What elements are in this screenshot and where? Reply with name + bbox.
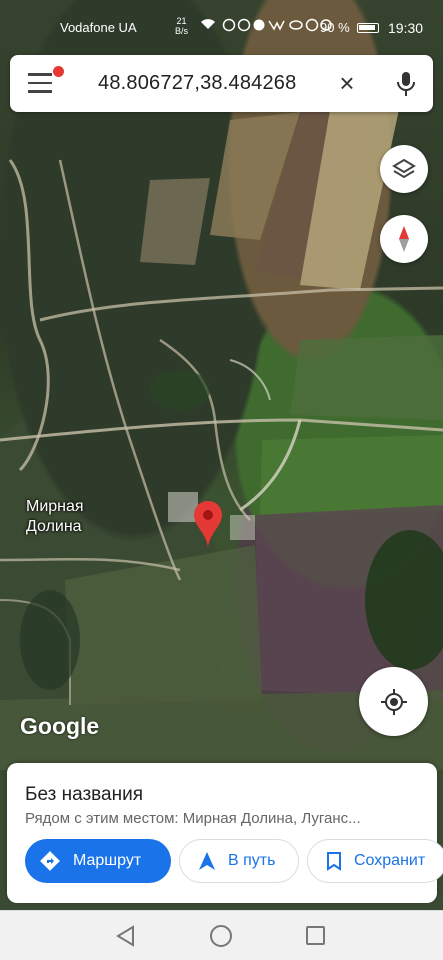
place-label-line1: Мирная: [26, 498, 84, 515]
route-button-label: Маршрут: [73, 852, 142, 869]
bookmark-icon: [327, 852, 341, 871]
compass-icon: [399, 226, 409, 252]
my-location-icon: [380, 688, 407, 715]
my-location-button[interactable]: [359, 667, 428, 736]
status-bar: Vodafone UA 21 B/s 90 % 19:30: [0, 0, 443, 56]
save-button[interactable]: Сохранит: [307, 839, 443, 883]
wifi-icon: [200, 18, 216, 35]
directions-icon: [40, 851, 60, 871]
layers-button[interactable]: [380, 145, 428, 193]
place-title: Без названия: [25, 784, 144, 805]
close-icon[interactable]: ×: [333, 69, 361, 97]
google-logo: Google: [20, 713, 100, 739]
compass-button[interactable]: [380, 215, 428, 263]
notification-icons: [222, 18, 332, 35]
home-icon[interactable]: [210, 925, 232, 947]
save-button-label: Сохранит: [354, 852, 426, 869]
carrier-name: Vodafone UA: [60, 20, 137, 35]
navigation-arrow-icon: [199, 852, 215, 870]
back-icon[interactable]: [116, 925, 136, 952]
network-speed-value: 21: [176, 16, 187, 26]
search-bar[interactable]: 48.806727,38.484268 ×: [10, 55, 433, 112]
place-subtitle: Рядом с этим местом: Мирная Долина, Луга…: [25, 810, 361, 827]
layers-icon: [392, 158, 416, 179]
start-navigation-label: В путь: [228, 852, 276, 869]
recent-apps-icon[interactable]: [306, 926, 325, 945]
microphone-icon[interactable]: [392, 69, 420, 99]
route-button[interactable]: Маршрут: [25, 839, 171, 883]
clock: 19:30: [388, 20, 424, 36]
network-speed-unit: B/s: [175, 26, 189, 36]
battery-indicator: 90 %: [320, 20, 380, 35]
status-icons: [200, 18, 332, 35]
place-label-line2: Долина: [26, 518, 82, 535]
search-query[interactable]: 48.806727,38.484268: [98, 72, 296, 95]
battery-percent: 90 %: [320, 20, 350, 35]
notification-dot: [53, 66, 64, 77]
start-navigation-button[interactable]: В путь: [179, 839, 299, 883]
map-pin-icon[interactable]: [192, 499, 224, 556]
place-bottom-sheet[interactable]: Без названия Рядом с этим местом: Мирная…: [7, 763, 443, 903]
place-label: Мирная Долина: [26, 497, 84, 537]
hamburger-menu-icon[interactable]: [28, 73, 56, 97]
network-speed: 21 B/s: [175, 16, 188, 36]
android-navigation-bar: [0, 910, 443, 960]
battery-icon: [357, 23, 380, 33]
